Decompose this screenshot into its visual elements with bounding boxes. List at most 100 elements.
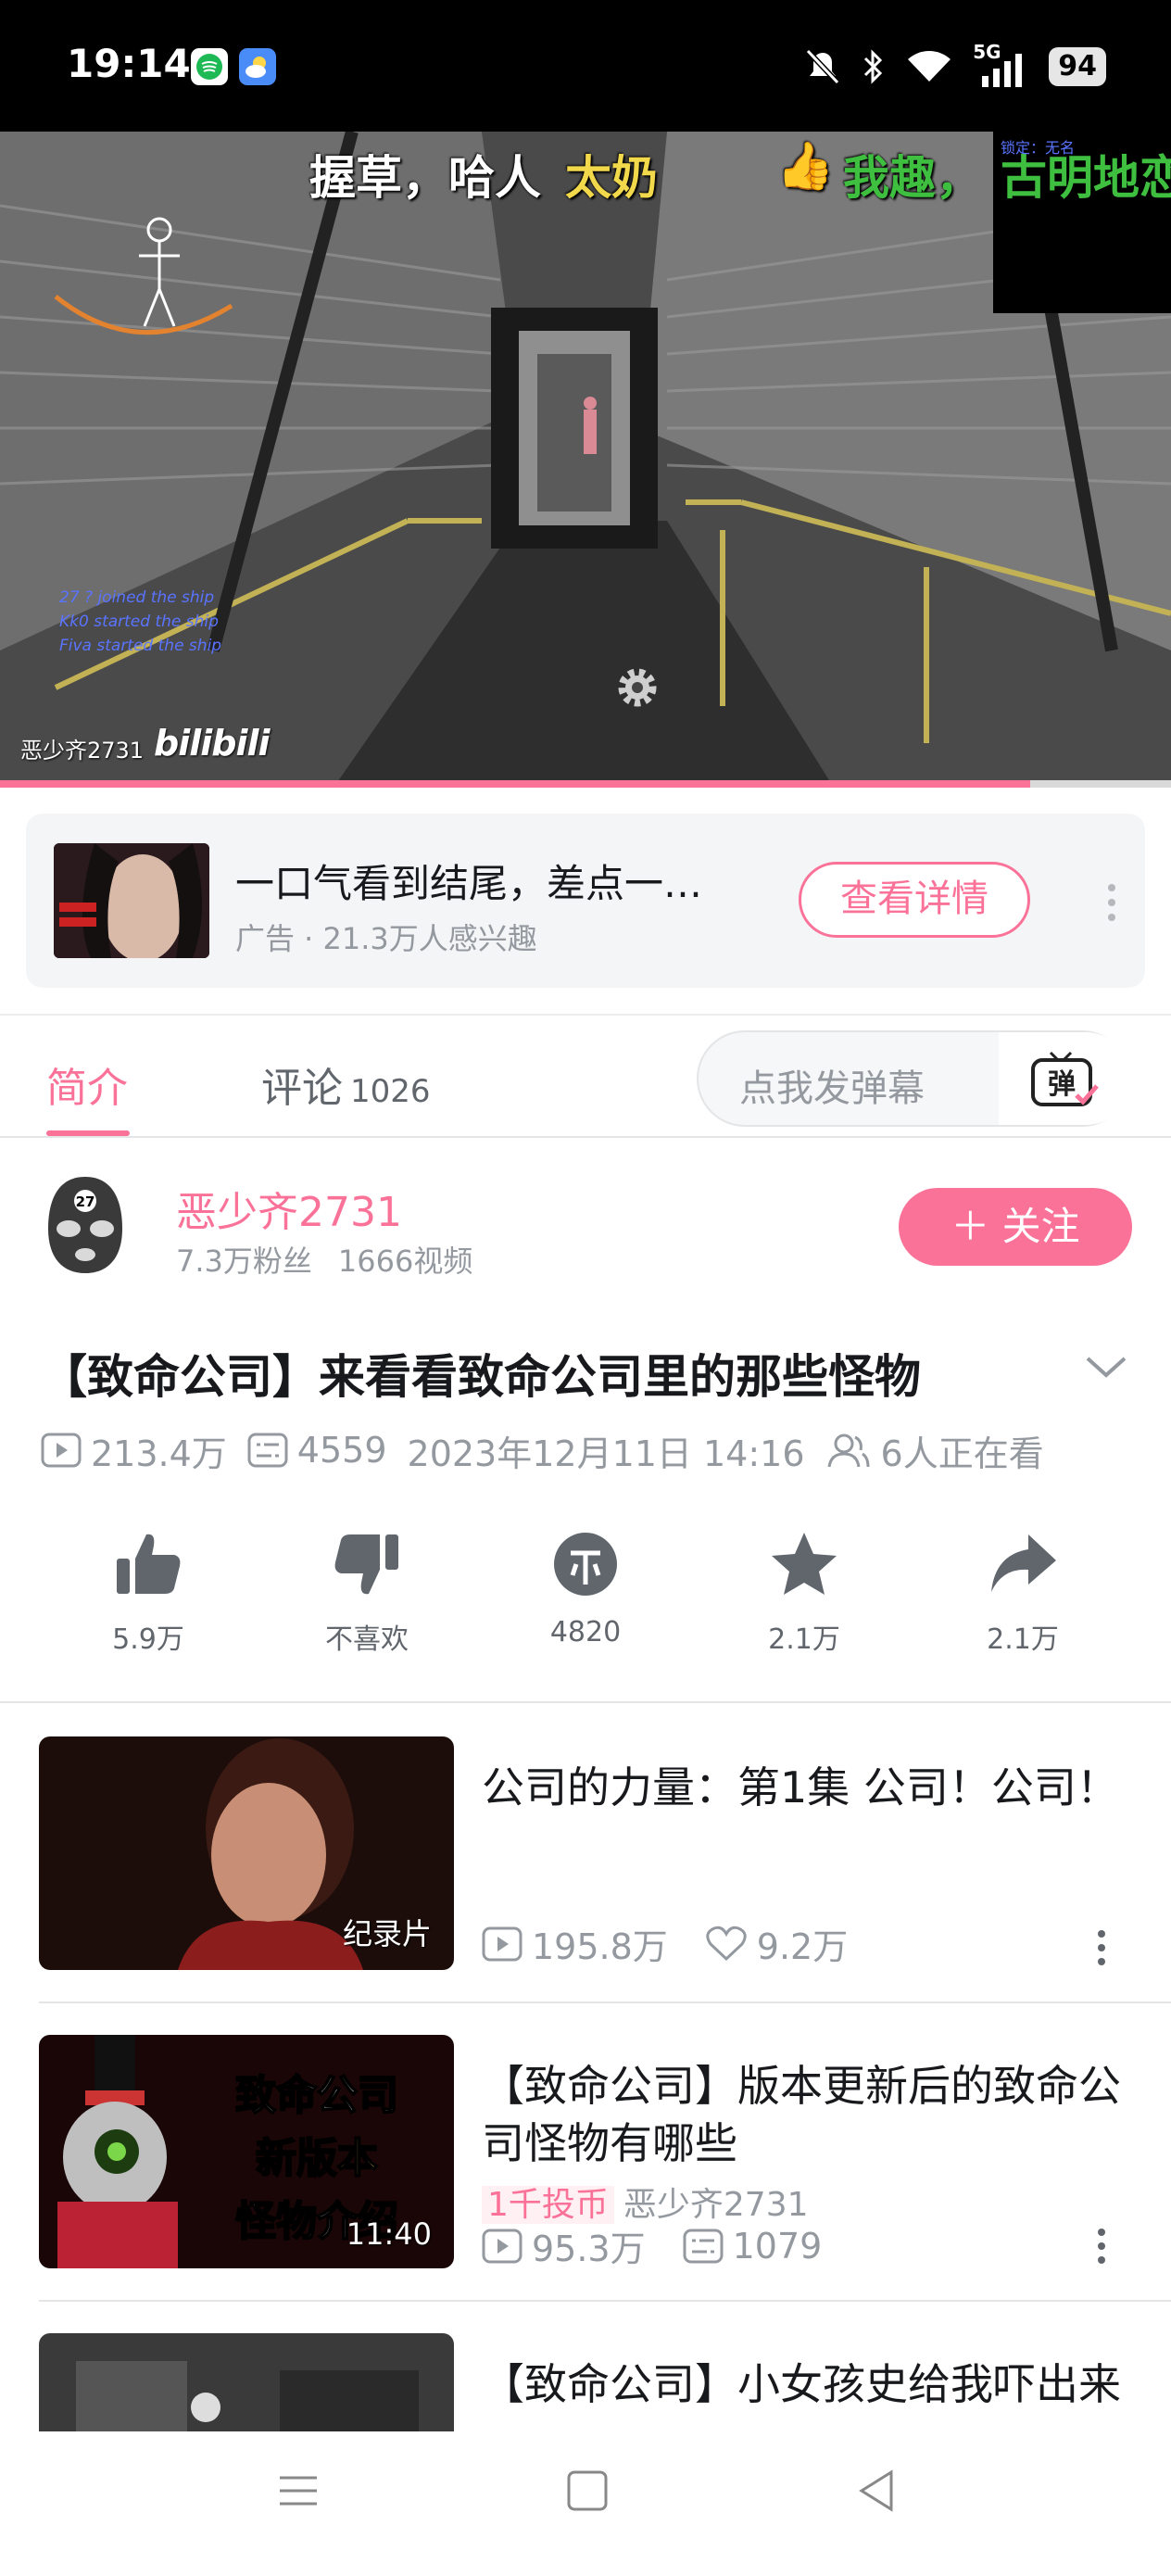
coin-icon — [554, 1533, 617, 1596]
svg-text:致命公司: 致命公司 — [235, 2072, 398, 2119]
fan-count: 7.3万粉丝 — [176, 1244, 312, 1279]
coin-tag-row: 1千投币 恶少齐2731 — [482, 2178, 809, 2226]
game-log: 27 ? joined the ship Kk0 started the shi… — [59, 588, 222, 655]
ad-subtitle: 广告 · 21.3万人感兴趣 — [235, 921, 537, 956]
play-count-icon — [41, 1433, 82, 1468]
related-video-3[interactable]: 【致命公司】小女孩史给我吓出来 — [39, 2333, 1132, 2431]
home-icon[interactable] — [565, 2469, 610, 2513]
danmaku-count-icon — [683, 2229, 724, 2263]
publish-date: 2023年12月11日 14:16 — [407, 1433, 805, 1474]
network-type: 5G — [973, 41, 1028, 87]
danmaku-1-highlight: 太奶 — [565, 151, 658, 205]
tab-comments[interactable]: 评论 1026 — [261, 1054, 431, 1114]
danmaku-input-box[interactable]: 点我发弹幕 弹 — [697, 1030, 1132, 1127]
video-count: 1666视频 — [337, 1244, 473, 1279]
uploader-name[interactable]: 恶少齐2731 — [176, 1179, 402, 1238]
thumbs-up-icon — [117, 1534, 181, 1594]
menu-icon[interactable] — [276, 2469, 321, 2513]
tab-bar: 简介 评论 1026 点我发弹幕 弹 — [0, 1014, 1171, 1138]
thumbs-down-icon — [334, 1534, 398, 1595]
tab-active-indicator — [46, 1130, 130, 1136]
like-count: 9.2万 — [705, 1918, 848, 1969]
danmaku-count: 4559 — [247, 1430, 387, 1471]
danmaku-input[interactable]: 点我发弹幕 — [739, 1058, 925, 1112]
uploader-stats: 7.3万粉丝 1666视频 — [176, 1238, 472, 1281]
spotify-icon — [191, 48, 228, 85]
thumbs-up-icon: 👍 — [776, 139, 835, 193]
related-meta: 195.8万 9.2万 — [482, 1918, 885, 1969]
video-watermark: 恶少齐2731 — [20, 738, 145, 764]
video-frame — [0, 132, 1171, 788]
wifi-icon — [908, 51, 951, 82]
chevron-down-icon[interactable] — [1084, 1353, 1128, 1381]
svg-text:27: 27 — [76, 1193, 95, 1210]
more-options-icon[interactable] — [1095, 2228, 1108, 2265]
row-divider — [39, 2001, 1171, 2003]
progress-fill — [0, 780, 1031, 788]
danmaku-icon: 弹 — [1031, 1051, 1099, 1106]
related-title: 公司的力量：第1集 公司！公司！ — [482, 1762, 1119, 1812]
ad-details-button[interactable]: 查看详情 — [799, 862, 1030, 938]
ad-title[interactable]: 一口气看到结尾，差点一… — [235, 852, 702, 909]
like-button[interactable]: 5.9万 — [74, 1529, 222, 1657]
related-author: 恶少齐2731 — [623, 2186, 809, 2224]
danmaku-1: 握草，哈人 — [309, 151, 541, 205]
svg-text:弹: 弹 — [1048, 1068, 1076, 1101]
section-divider — [0, 1701, 1171, 1703]
weather-icon — [239, 48, 276, 85]
tab-intro[interactable]: 简介 — [46, 1054, 128, 1114]
watching-count: 6人正在看 — [825, 1425, 1044, 1476]
status-icons: 5G 94 — [804, 41, 1106, 91]
status-bar: 19:14 5G 94 — [0, 0, 1171, 132]
more-options-icon[interactable] — [1104, 882, 1119, 923]
share-button[interactable]: 2.1万 — [949, 1529, 1097, 1657]
danmaku-count-icon — [247, 1433, 288, 1468]
related-thumbnail — [39, 2333, 454, 2431]
settings-gear-icon[interactable] — [611, 662, 663, 713]
play-count-icon — [482, 1926, 523, 1961]
svg-text:新版本: 新版本 — [256, 2135, 378, 2182]
duration-badge: 11:40 — [346, 2216, 432, 2252]
corner-overlay: 锁定：无名 — [1001, 139, 1076, 157]
more-options-icon[interactable] — [1095, 1929, 1108, 1966]
danmaku-2: 我趣， — [843, 151, 982, 205]
comments-count: 1026 — [350, 1073, 431, 1110]
danmaku-count: 1079 — [683, 2226, 822, 2267]
view-count: 213.4万 — [41, 1425, 227, 1476]
view-count: 95.3万 — [482, 2220, 646, 2271]
related-thumbnail: 纪录片 — [39, 1736, 454, 1970]
play-count-icon — [482, 2229, 523, 2263]
ad-thumbnail — [54, 843, 209, 958]
bluetooth-icon — [864, 49, 883, 84]
favorite-button[interactable]: 2.1万 — [730, 1529, 878, 1657]
dislike-button[interactable]: 不喜欢 — [293, 1529, 441, 1657]
coin-button[interactable]: 4820 — [511, 1529, 660, 1648]
status-time: 19:14 — [67, 41, 191, 86]
signal-icon — [982, 54, 1023, 87]
related-thumbnail: 致命公司 新版本 怪物介绍 11:40 — [39, 2035, 454, 2268]
related-title: 【致命公司】小女孩史给我吓出来 — [482, 2359, 1121, 2409]
related-video-1[interactable]: 纪录片 公司的力量：第1集 公司！公司！ 195.8万 9.2万 — [39, 1736, 1132, 1977]
related-title: 【致命公司】版本更新后的致命公司怪物有哪些 — [482, 2061, 1121, 2168]
system-nav-bar — [0, 2431, 1171, 2576]
category-badge: 纪录片 — [342, 1916, 432, 1951]
heart-icon — [706, 1926, 747, 1961]
related-meta: 95.3万 1079 — [482, 2220, 859, 2271]
bilibili-logo: bilibili — [154, 723, 271, 764]
uploader-avatar[interactable]: 27 — [43, 1173, 128, 1277]
star-icon — [772, 1533, 837, 1595]
video-meta: 213.4万 4559 2023年12月11日 14:16 6人正在看 — [41, 1425, 1064, 1476]
mute-icon — [806, 48, 840, 85]
video-title: 【致命公司】来看看致命公司里的那些怪物 — [41, 1350, 921, 1404]
coin-tag: 1千投币 — [482, 2186, 614, 2224]
progress-bar[interactable] — [0, 780, 1171, 788]
related-video-2[interactable]: 致命公司 新版本 怪物介绍 11:40 【致命公司】版本更新后的致命公司怪物有哪… — [39, 2035, 1132, 2276]
share-icon — [991, 1534, 1056, 1592]
view-count: 195.8万 — [482, 1918, 668, 1969]
follow-button[interactable]: ＋ 关注 — [899, 1188, 1132, 1266]
danmaku-toggle-button[interactable]: 弹 — [999, 1032, 1132, 1125]
ad-card[interactable]: 一口气看到结尾，差点一… 广告 · 21.3万人感兴趣 查看详情 — [26, 814, 1145, 988]
back-icon[interactable] — [854, 2469, 899, 2513]
row-divider — [39, 2300, 1171, 2302]
video-player[interactable]: 握草，哈人 太奶 👍 我趣， 古明地恋 锁定：无名 27 ? joined th… — [0, 132, 1171, 788]
